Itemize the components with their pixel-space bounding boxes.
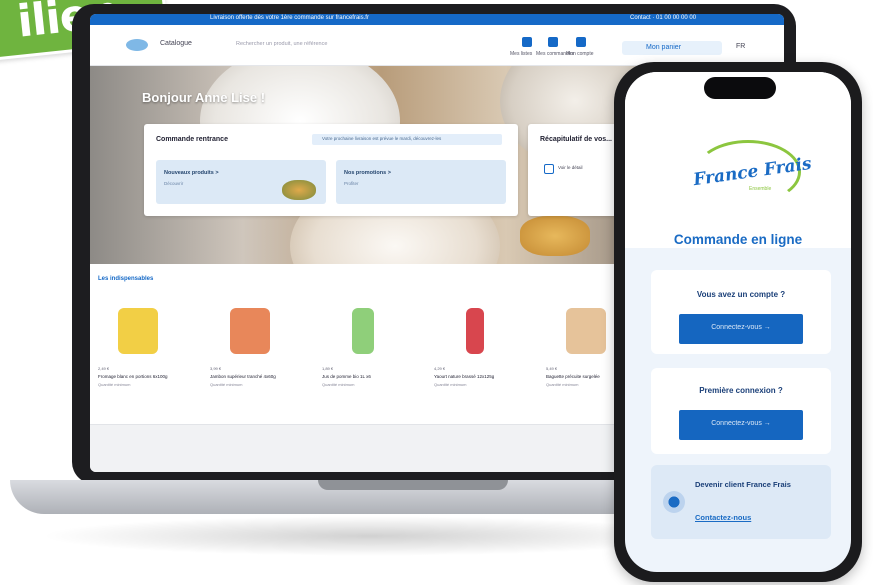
product-image	[230, 308, 270, 354]
product-name: Fromage blanc en portions 6x100g	[98, 374, 168, 379]
laptop-shadow	[40, 516, 700, 556]
become-client-title: Devenir client France Frais	[695, 480, 791, 489]
product-price: 1,89 €	[322, 366, 334, 371]
tile-subtitle: Profiter	[344, 181, 359, 186]
phone-screen: France Frais Ensemble Commande en ligne …	[625, 72, 851, 572]
product-name: Jus de pomme bio 1L x6	[322, 374, 371, 379]
product-qty: Quantité minimum	[434, 382, 467, 387]
cart-button[interactable]: Mon panier	[622, 41, 722, 55]
product-price: 2,49 €	[98, 366, 110, 371]
product-price: 3,99 €	[210, 366, 222, 371]
first-login-question: Première connexion ?	[699, 386, 783, 395]
delivery-info-text: Votre prochaine livraison est prévue le …	[322, 136, 442, 141]
contact-link[interactable]: Contactez-nous	[695, 513, 751, 522]
hero-food	[520, 216, 590, 256]
greeting-title: Bonjour Anne Lise !	[142, 90, 266, 105]
tile-image	[282, 180, 316, 200]
product-image	[566, 308, 606, 354]
product-qty: Quantité minimum	[322, 382, 355, 387]
search-placeholder: Rechercher un produit, une référence	[236, 41, 328, 47]
product-image	[118, 308, 158, 354]
laptop-notch	[318, 480, 508, 490]
search-bar[interactable]: Rechercher un produit, une référence	[236, 39, 436, 51]
product-qty: Quantité minimum	[210, 382, 243, 387]
product-price: 5,49 €	[546, 366, 558, 371]
product-card[interactable]: 4,29 € Yaourt nature brassé 12x125g Quan…	[426, 296, 526, 406]
product-card[interactable]: 1,89 € Jus de pomme bio 1L x6 Quantité m…	[314, 296, 414, 406]
cart-label: Mon panier	[646, 44, 682, 51]
product-name: Yaourt nature brassé 12x125g	[434, 374, 495, 379]
catalogue-menu[interactable]: Catalogue	[160, 40, 192, 47]
first-login-button-label: Connectez-vous →	[711, 420, 771, 427]
recap-card-title: Récapitulatif de vos...	[540, 136, 612, 143]
login-button-label: Connectez-vous →	[711, 324, 771, 331]
account-card: Vous avez un compte ? Connectez-vous →	[651, 270, 831, 354]
products-heading: Les indispensables	[98, 276, 154, 282]
account-icon[interactable]	[576, 37, 586, 47]
product-name: Baguette précuite surgelée	[546, 374, 600, 379]
product-image	[352, 308, 374, 354]
product-name: Jambon supérieur tranché 4x60g	[210, 374, 276, 379]
commande-card: Commande rentrance Votre prochaine livra…	[144, 124, 518, 216]
tile-title: Nos promotions >	[344, 170, 391, 176]
top-strip-left: Livraison offerte dès votre 1ère command…	[210, 15, 369, 21]
login-button[interactable]: Connectez-vous →	[679, 314, 803, 344]
product-image	[466, 308, 484, 354]
product-qty: Quantité minimum	[98, 382, 131, 387]
phone-dynamic-island	[704, 77, 776, 99]
tile-subtitle: Découvrir	[164, 181, 184, 186]
product-price: 4,29 €	[434, 366, 446, 371]
top-info-strip: Livraison offerte dès votre 1ère command…	[90, 14, 784, 25]
tile-new-products[interactable]: Nouveaux produits > Découvrir	[156, 160, 326, 204]
product-qty: Quantité minimum	[546, 382, 579, 387]
first-login-button[interactable]: Connectez-vous →	[679, 410, 803, 440]
site-header: Catalogue Rechercher un produit, une réf…	[90, 25, 784, 66]
logo-subtext: Ensemble	[749, 186, 772, 192]
list-icon[interactable]	[522, 37, 532, 47]
become-client-card: Devenir client France Frais Contactez-no…	[651, 465, 831, 539]
delivery-info-bar[interactable]: Votre prochaine livraison est prévue le …	[312, 134, 502, 145]
nav-caption-account: Mon compte	[566, 51, 594, 57]
brand-logo-mini[interactable]	[126, 39, 148, 51]
top-strip-right[interactable]: Contact · 01 00 00 00 00	[630, 15, 696, 21]
product-card[interactable]: 2,49 € Fromage blanc en portions 6x100g …	[90, 296, 190, 406]
calendar-icon	[544, 164, 554, 174]
account-question: Vous avez un compte ?	[696, 290, 786, 299]
recap-item[interactable]: Voir le détail	[558, 165, 583, 170]
tile-title: Nouveaux produits >	[164, 170, 219, 176]
france-frais-logo: France Frais Ensemble	[685, 140, 813, 204]
nav-caption-lists: Mes listes	[510, 51, 533, 57]
order-icon[interactable]	[548, 37, 558, 47]
tile-promotions[interactable]: Nos promotions > Profiter	[336, 160, 506, 204]
product-card[interactable]: 3,99 € Jambon supérieur tranché 4x60g Qu…	[202, 296, 302, 406]
phone-page-title: Commande en ligne	[673, 232, 803, 247]
commande-card-title: Commande rentrance	[156, 136, 228, 143]
language-switch[interactable]: FR	[736, 43, 745, 50]
first-login-card: Première connexion ? Connectez-vous →	[651, 368, 831, 454]
handshake-icon	[663, 491, 685, 513]
